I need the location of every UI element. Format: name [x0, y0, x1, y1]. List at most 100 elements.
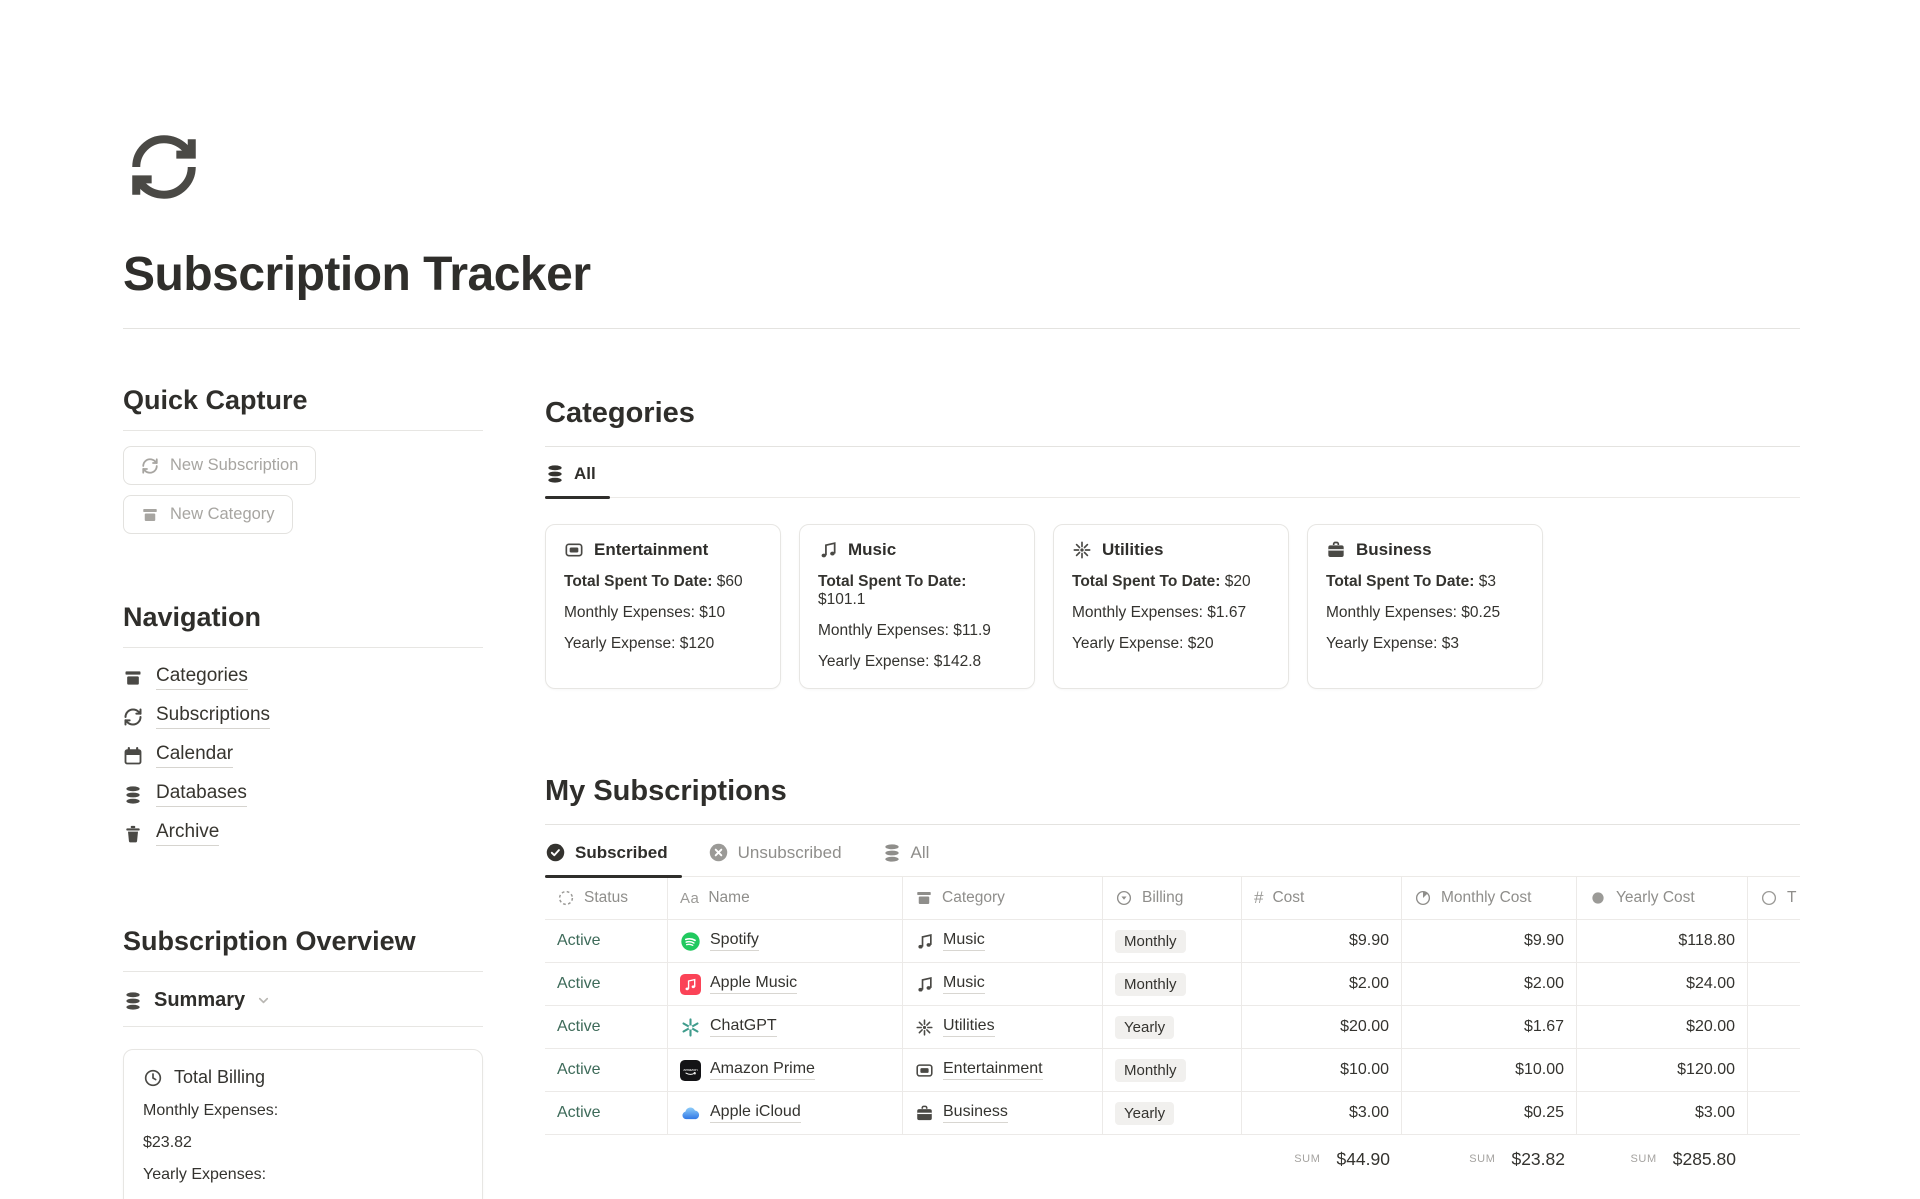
sidebar-item-archive[interactable]: Archive	[123, 821, 483, 846]
yearly-cost-cell[interactable]: $120.00	[1577, 1049, 1748, 1092]
my-subscriptions-heading: My Subscriptions	[545, 775, 1800, 808]
navigation-list: Categories Subscriptions	[123, 665, 483, 846]
total-billing-title: Total Billing	[174, 1067, 265, 1088]
name-cell[interactable]: amazon Amazon Prime	[668, 1049, 903, 1092]
billing-cell[interactable]: Yearly	[1103, 1092, 1242, 1135]
column-status[interactable]: Status	[545, 877, 668, 920]
subscriptions-tabs: Subscribed Unsubscribed All	[545, 825, 1800, 877]
select-icon	[1115, 889, 1133, 907]
cost-sum[interactable]: SUM$44.90	[1242, 1135, 1402, 1183]
monthly-cost-cell[interactable]: $2.00	[1402, 963, 1577, 1006]
sidebar-item-databases[interactable]: Databases	[123, 782, 483, 807]
column-category[interactable]: Category	[903, 877, 1103, 920]
yearly-cost-cell[interactable]: $118.80	[1577, 920, 1748, 963]
column-monthly-cost[interactable]: Monthly Cost	[1402, 877, 1577, 920]
divider	[123, 430, 483, 431]
monthly-cost-cell[interactable]: $10.00	[1402, 1049, 1577, 1092]
truncated-cell[interactable]	[1748, 963, 1800, 1006]
category-card-utilities[interactable]: Utilities Total Spent To Date: $20 Month…	[1053, 524, 1289, 689]
apple-music-icon	[680, 974, 701, 995]
table-sum-row: SUM$44.90 SUM$23.82 SUM$285.80	[545, 1135, 1800, 1183]
status-cell[interactable]: Active	[545, 1092, 668, 1135]
new-category-button[interactable]: New Category	[123, 495, 293, 534]
billing-cell[interactable]: Monthly	[1103, 963, 1242, 1006]
name-cell[interactable]: Apple Music	[668, 963, 903, 1006]
tab-subscribed[interactable]: Subscribed	[545, 825, 694, 876]
screen-icon	[915, 1061, 934, 1080]
divider	[123, 1026, 483, 1027]
tab-unsubscribed[interactable]: Unsubscribed	[708, 825, 868, 876]
cost-cell[interactable]: $3.00	[1242, 1092, 1402, 1135]
truncated-cell[interactable]	[1748, 1049, 1800, 1092]
database-icon	[123, 785, 143, 805]
monthly-cost-cell[interactable]: $9.90	[1402, 920, 1577, 963]
name-cell[interactable]: Apple iCloud	[668, 1092, 903, 1135]
monthly-cost-cell[interactable]: $0.25	[1402, 1092, 1577, 1135]
database-icon	[882, 843, 902, 863]
hash-icon: #	[1254, 888, 1263, 908]
summary-view-selector[interactable]: Summary	[123, 989, 483, 1012]
name-cell[interactable]: Spotify	[668, 920, 903, 963]
category-card-music[interactable]: Music Total Spent To Date: $101.1 Monthl…	[799, 524, 1035, 689]
music-note-icon	[915, 932, 934, 951]
cost-cell[interactable]: $20.00	[1242, 1006, 1402, 1049]
category-cell[interactable]: Utilities	[903, 1006, 1103, 1049]
divider	[123, 328, 1800, 329]
calendar-icon	[123, 746, 143, 766]
divider	[123, 647, 483, 648]
navigation-heading: Navigation	[123, 602, 483, 633]
column-name[interactable]: AaName	[668, 877, 903, 920]
tab-all-categories[interactable]: All	[545, 447, 622, 497]
cost-cell[interactable]: $9.90	[1242, 920, 1402, 963]
sidebar-item-calendar[interactable]: Calendar	[123, 743, 483, 768]
category-box-icon	[123, 668, 143, 688]
sidebar-item-categories[interactable]: Categories	[123, 665, 483, 690]
billing-monthly-label: Monthly Expenses:	[143, 1102, 463, 1120]
name-cell[interactable]: ChatGPT	[668, 1006, 903, 1049]
new-subscription-button[interactable]: New Subscription	[123, 446, 316, 485]
monthly-cost-cell[interactable]: $1.67	[1402, 1006, 1577, 1049]
yearly-cost-cell[interactable]: $3.00	[1577, 1092, 1748, 1135]
column-cost[interactable]: #Cost	[1242, 877, 1402, 920]
category-cell[interactable]: Business	[903, 1092, 1103, 1135]
category-cell[interactable]: Entertainment	[903, 1049, 1103, 1092]
cost-cell[interactable]: $2.00	[1242, 963, 1402, 1006]
sidebar-item-subscriptions[interactable]: Subscriptions	[123, 704, 483, 729]
quick-capture-heading: Quick Capture	[123, 385, 483, 416]
new-subscription-label: New Subscription	[170, 456, 298, 475]
dashed-circle-icon	[557, 889, 575, 907]
status-cell[interactable]: Active	[545, 920, 668, 963]
billing-cell[interactable]: Yearly	[1103, 1006, 1242, 1049]
billing-monthly-value: $23.82	[143, 1134, 463, 1152]
page-refresh-icon[interactable]	[123, 130, 205, 204]
status-cell[interactable]: Active	[545, 963, 668, 1006]
billing-cell[interactable]: Monthly	[1103, 1049, 1242, 1092]
monthly-cost-sum[interactable]: SUM$23.82	[1402, 1135, 1577, 1183]
icloud-icon	[680, 1103, 701, 1124]
tab-all-subscriptions[interactable]: All	[882, 825, 956, 876]
refresh-icon	[123, 707, 143, 727]
category-cell[interactable]: Music	[903, 920, 1103, 963]
billing-cell[interactable]: Monthly	[1103, 920, 1242, 963]
column-truncated[interactable]: T	[1748, 877, 1800, 920]
table-row: Active Apple iCloud Business Yearly	[545, 1092, 1800, 1135]
column-billing[interactable]: Billing	[1103, 877, 1242, 920]
subscription-tracker-page: Subscription Tracker Quick Capture New S…	[0, 0, 1920, 1199]
status-cell[interactable]: Active	[545, 1006, 668, 1049]
billing-yearly-label: Yearly Expenses:	[143, 1166, 463, 1184]
truncated-cell[interactable]	[1748, 1092, 1800, 1135]
truncated-cell[interactable]	[1748, 1006, 1800, 1049]
status-cell[interactable]: Active	[545, 1049, 668, 1092]
cost-cell[interactable]: $10.00	[1242, 1049, 1402, 1092]
categories-heading: Categories	[545, 397, 1800, 430]
category-card-entertainment[interactable]: Entertainment Total Spent To Date: $60 M…	[545, 524, 781, 689]
yearly-cost-cell[interactable]: $24.00	[1577, 963, 1748, 1006]
category-cell[interactable]: Music	[903, 963, 1103, 1006]
truncated-cell[interactable]	[1748, 920, 1800, 963]
category-card-business[interactable]: Business Total Spent To Date: $3 Monthly…	[1307, 524, 1543, 689]
yearly-cost-cell[interactable]: $20.00	[1577, 1006, 1748, 1049]
column-yearly-cost[interactable]: Yearly Cost	[1577, 877, 1748, 920]
main-content: Categories All Entertainment	[545, 385, 1800, 1199]
yearly-cost-sum[interactable]: SUM$285.80	[1577, 1135, 1748, 1183]
chatgpt-icon	[680, 1017, 701, 1038]
